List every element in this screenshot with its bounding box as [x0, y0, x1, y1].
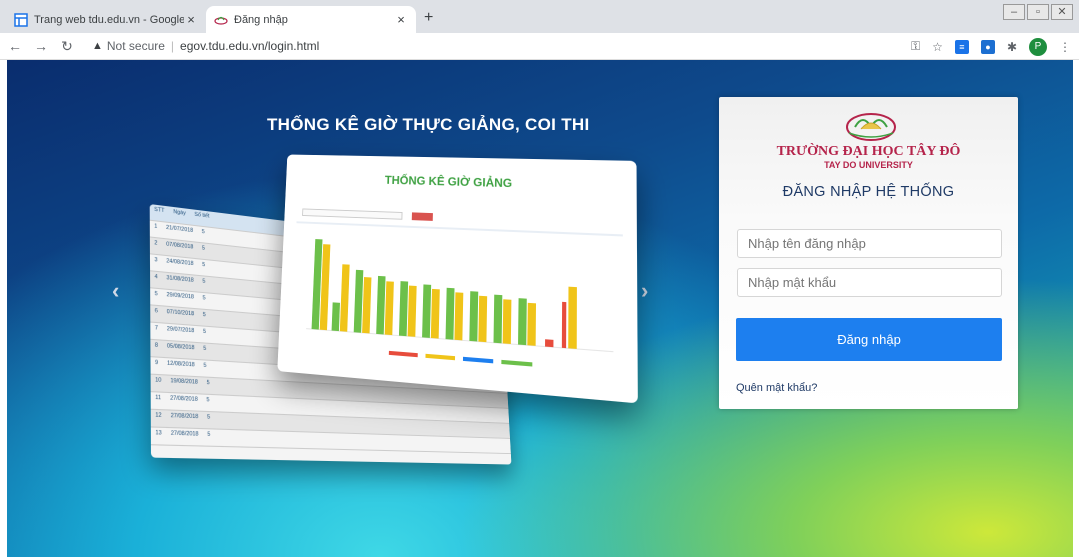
sites-icon — [14, 12, 28, 27]
login-button[interactable]: Đăng nhập — [736, 318, 1002, 361]
tab-title: Trang web tdu.edu.vn - Google S — [34, 13, 184, 26]
slide-title: THỐNG KÊ GIỜ THỰC GIẢNG, COI THI — [267, 115, 590, 134]
maximize-icon[interactable]: ▫ — [1027, 4, 1049, 20]
slide-button-mock — [411, 212, 433, 221]
url-text: egov.tdu.edu.vn/login.html — [180, 39, 320, 53]
slide-divider — [296, 221, 623, 237]
login-page: THỐNG KÊ GIỜ THỰC GIẢNG, COI THI ‹ › STT… — [7, 60, 1073, 557]
menu-icon[interactable]: ⋮ — [1059, 40, 1071, 54]
puzzle-icon[interactable]: ✱ — [1007, 40, 1017, 54]
extension-drop-icon[interactable]: ● — [980, 39, 995, 54]
password-input[interactable] — [737, 268, 1002, 297]
close-tab-icon[interactable]: × — [394, 12, 408, 27]
new-tab-button[interactable]: + — [424, 9, 433, 27]
close-tab-icon[interactable]: × — [184, 12, 198, 27]
username-input[interactable] — [737, 229, 1002, 258]
forward-icon[interactable]: → — [30, 38, 52, 54]
tab-google-sites[interactable]: Trang web tdu.edu.vn - Google S × — [6, 6, 206, 33]
university-logo — [846, 113, 896, 141]
login-panel: TRƯỜNG ĐẠI HỌC TÂY ĐÔ TAY DO UNIVERSITY … — [719, 97, 1018, 409]
lotus-favicon-icon — [214, 13, 228, 27]
window-controls: ‒ ▫ ✕ — [1003, 4, 1073, 20]
tab-title: Đăng nhập — [234, 13, 288, 26]
university-subtitle: TAY DO UNIVERSITY — [824, 160, 913, 170]
avatar[interactable]: P — [1029, 37, 1047, 56]
slide-chart-image: THỐNG KÊ GIỜ GIẢNG — [277, 154, 638, 404]
address-bar[interactable]: ▲ Not secure | egov.tdu.edu.vn/login.htm… — [92, 39, 319, 53]
key-icon[interactable]: ⚿ — [911, 39, 920, 54]
carousel-next-icon[interactable]: › — [641, 278, 648, 304]
warning-icon[interactable]: ▲ — [92, 40, 103, 52]
security-label: Not secure — [106, 39, 165, 53]
extension-icon[interactable]: ≡ — [954, 39, 969, 54]
slide-chart-title: THỐNG KÊ GIỜ GIẢNG — [384, 173, 513, 191]
slide-select-mock — [302, 208, 403, 220]
star-icon[interactable]: ☆ — [932, 40, 943, 54]
university-name: TRƯỜNG ĐẠI HỌC TÂY ĐÔ — [776, 144, 961, 159]
tab-login[interactable]: Đăng nhập × — [206, 6, 416, 33]
forgot-password-link[interactable]: Quên mật khẩu? — [736, 382, 817, 394]
close-window-icon[interactable]: ✕ — [1051, 4, 1073, 20]
separator: | — [170, 39, 175, 53]
slide-bar-chart — [306, 239, 613, 353]
reload-icon[interactable]: ↻ — [56, 38, 78, 55]
back-icon[interactable]: ← — [4, 38, 26, 54]
browser-toolbar: ← → ↻ ▲ Not secure | egov.tdu.edu.vn/log… — [0, 33, 1079, 60]
tab-strip: Trang web tdu.edu.vn - Google S × Đăng n… — [0, 0, 1079, 33]
toolbar-actions: ⚿ ☆ ≡ ● ✱ P ⋮ — [911, 33, 1071, 60]
minimize-icon[interactable]: ‒ — [1003, 4, 1025, 20]
carousel-prev-icon[interactable]: ‹ — [112, 278, 119, 304]
slide-chart-legend — [388, 350, 549, 369]
login-title: ĐĂNG NHẬP HỆ THỐNG — [782, 184, 955, 200]
